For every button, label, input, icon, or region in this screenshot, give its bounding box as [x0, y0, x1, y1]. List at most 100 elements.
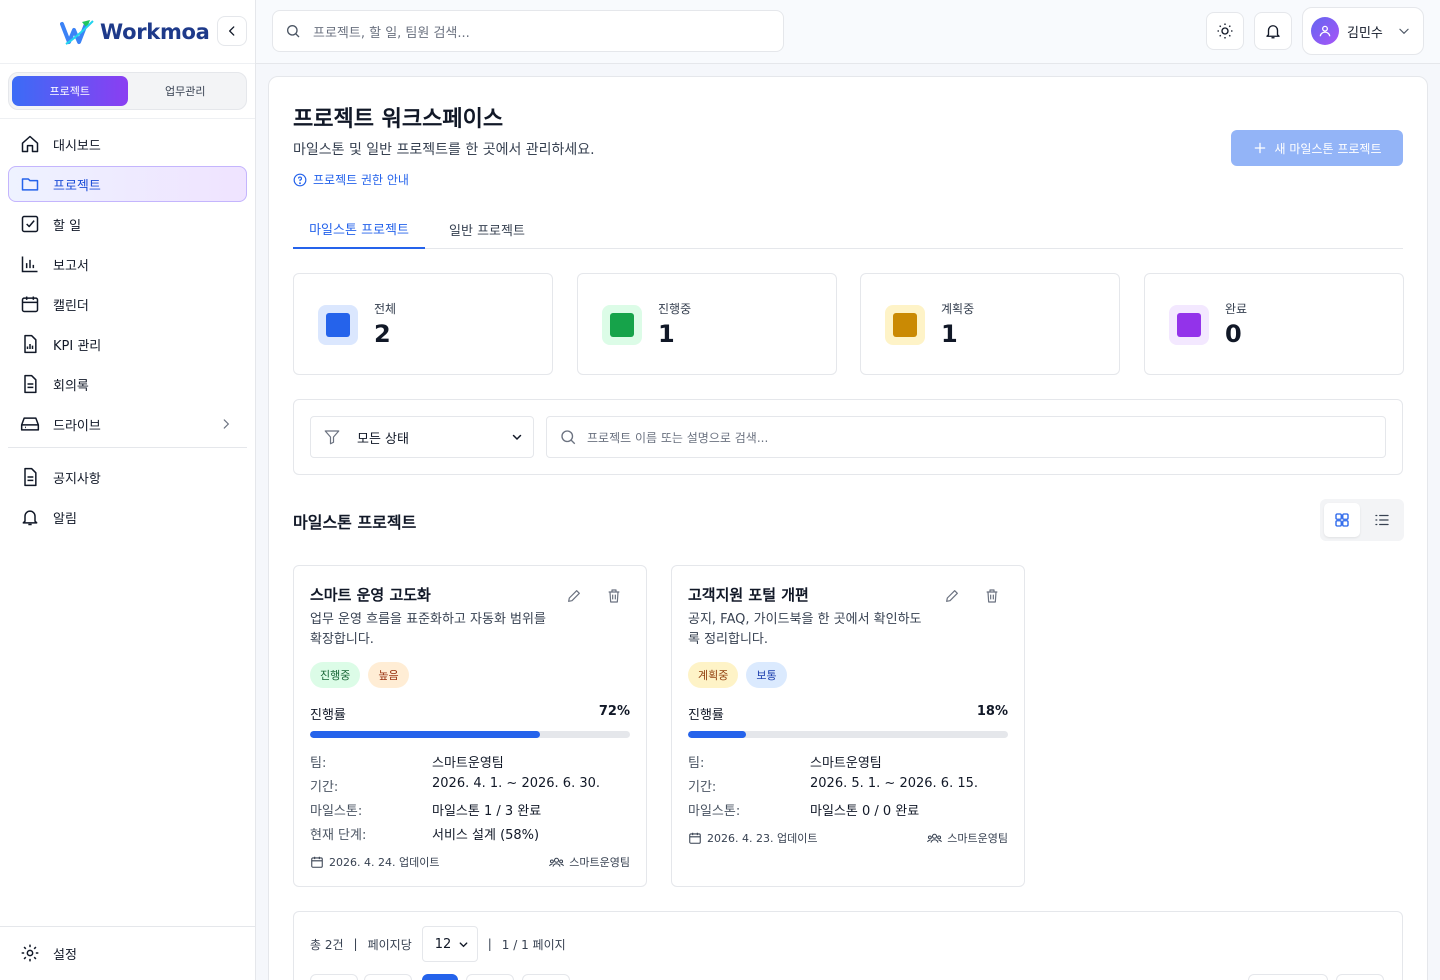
status-badge: 진행중 — [310, 662, 361, 688]
delete-trash-icon[interactable] — [984, 588, 1000, 604]
info-value: 마일스톤 0 / 0 완료 — [810, 804, 920, 819]
team-icon — [549, 855, 565, 869]
brand-row: Workmoa — [0, 0, 255, 64]
stat-label: 완료 — [1225, 302, 1248, 316]
project-search-input[interactable]: 프로젝트 이름 또는 설명으로 검색... — [546, 416, 1386, 458]
sidebar-item-calendar[interactable]: 캘린더 — [8, 286, 247, 322]
stat-card-completed: 완료 0 — [1144, 273, 1404, 375]
grid-icon — [1333, 511, 1351, 529]
edit-pencil-icon[interactable] — [944, 588, 960, 604]
progress-label: 진행률 — [688, 708, 724, 723]
stat-value: 1 — [658, 320, 675, 348]
edit-pencil-icon[interactable] — [566, 588, 582, 604]
project-card[interactable]: 스마트 운영 고도화 업무 운영 흐름을 표준화하고 자동화 범위를 확장합니다… — [293, 565, 647, 887]
page-number-button[interactable] — [422, 974, 458, 980]
chevron-down-icon — [1397, 24, 1411, 38]
status-filter-value: 모든 상태 — [357, 431, 409, 447]
sidebar-item-todo[interactable]: 할 일 — [8, 206, 247, 242]
sidebar-item-notices[interactable]: 공지사항 — [8, 459, 247, 495]
sidebar-item-label: 회의록 — [53, 378, 89, 394]
stat-label: 전체 — [374, 302, 397, 316]
info-value: 2026. 5. 1. ~ 2026. 6. 15. — [810, 776, 979, 791]
project-badges: 계획중 보통 — [688, 662, 787, 688]
filter-icon — [323, 428, 341, 446]
project-search-placeholder: 프로젝트 이름 또는 설명으로 검색... — [587, 430, 769, 445]
search-icon — [559, 428, 577, 446]
sidebar-item-reports[interactable]: 보고서 — [8, 246, 247, 282]
bar-chart-icon — [20, 254, 40, 274]
permission-guide-link[interactable]: 프로젝트 권한 안내 — [293, 171, 409, 188]
next-page-button[interactable] — [466, 974, 514, 980]
sidebar-item-label: KPI 관리 — [53, 338, 102, 354]
mode-projects-button[interactable]: 프로젝트 — [12, 76, 128, 106]
sidebar-item-drive[interactable]: 드라이브 — [8, 406, 247, 442]
status-filter-select[interactable]: 모든 상태 — [310, 416, 534, 458]
stat-value: 0 — [1225, 320, 1242, 348]
first-page-button[interactable] — [310, 974, 358, 980]
divider — [8, 447, 247, 448]
user-menu-button[interactable]: 김민수 — [1302, 7, 1424, 55]
notifications-button[interactable] — [1254, 12, 1292, 50]
page-jump-button[interactable] — [1336, 974, 1384, 980]
per-page-select[interactable]: 12 — [421, 926, 478, 962]
grid-view-button[interactable] — [1324, 503, 1360, 537]
sidebar-mode-switch: 프로젝트 업무관리 — [8, 72, 247, 110]
sidebar-item-label: 공지사항 — [53, 471, 101, 487]
card-actions — [566, 588, 622, 604]
info-value: 스마트운영팀 — [810, 756, 882, 771]
sidebar-item-alerts[interactable]: 알림 — [8, 499, 247, 535]
collapse-sidebar-button[interactable] — [217, 16, 247, 46]
last-page-button[interactable] — [522, 974, 570, 980]
gear-icon — [20, 943, 40, 963]
updated-date: 2026. 4. 23. 업데이트 — [688, 830, 817, 846]
divider — [0, 926, 255, 927]
sidebar-item-dashboard[interactable]: 대시보드 — [8, 126, 247, 162]
progress-label: 진행률 — [310, 708, 346, 723]
progress-bar-fill — [310, 731, 541, 738]
team-label: 스마트운영팀 — [927, 830, 1008, 846]
sidebar-item-label: 캘린더 — [53, 298, 89, 314]
stat-card-in-progress: 진행중 1 — [577, 273, 837, 375]
mode-task-management-button[interactable]: 업무관리 — [128, 76, 244, 106]
sidebar-item-projects[interactable]: 프로젝트 — [8, 166, 247, 202]
divider — [0, 118, 255, 119]
list-view-button[interactable] — [1364, 503, 1400, 537]
sidebar-item-settings[interactable]: 설정 — [8, 935, 247, 971]
bell-icon — [20, 507, 40, 527]
team-label: 스마트운영팀 — [549, 854, 630, 870]
global-search-input[interactable]: 프로젝트, 할 일, 팀원 검색... — [272, 10, 784, 52]
info-value: 스마트운영팀 — [432, 756, 504, 771]
delete-trash-icon[interactable] — [606, 588, 622, 604]
theme-toggle-button[interactable] — [1206, 12, 1244, 50]
progress-bar — [688, 731, 1008, 738]
kpi-file-icon — [20, 334, 40, 354]
checkbox-icon — [20, 214, 40, 234]
tab-milestone-projects[interactable]: 마일스톤 프로젝트 — [293, 209, 425, 249]
project-card[interactable]: 고객지원 포털 개편 공지, FAQ, 가이드북을 한 곳에서 확인하도록 정리… — [671, 565, 1025, 887]
sidebar-item-label: 프로젝트 — [53, 178, 101, 194]
chevron-right-icon — [219, 417, 233, 431]
calendar-icon — [20, 294, 40, 314]
priority-badge: 보통 — [746, 662, 787, 688]
sidebar-item-kpi[interactable]: KPI 관리 — [8, 326, 247, 362]
page-info: 1 / 1 페이지 — [501, 937, 566, 952]
sun-icon — [1216, 22, 1234, 40]
separator: | — [353, 937, 358, 951]
calendar-icon — [310, 855, 324, 869]
prev-page-button[interactable] — [364, 974, 412, 980]
stat-value: 1 — [941, 320, 958, 348]
filter-bar: 모든 상태 프로젝트 이름 또는 설명으로 검색... — [293, 399, 1403, 475]
help-circle-icon — [293, 173, 307, 187]
sidebar-item-minutes[interactable]: 회의록 — [8, 366, 247, 402]
chevron-down-icon — [458, 939, 469, 950]
tab-general-projects[interactable]: 일반 프로젝트 — [433, 209, 541, 249]
project-tabs: 마일스톤 프로젝트 일반 프로젝트 — [293, 209, 1403, 249]
new-milestone-project-button[interactable]: 새 마일스톤 프로젝트 — [1231, 130, 1403, 166]
view-mode-toggle — [1320, 499, 1404, 541]
team-name: 스마트운영팀 — [947, 832, 1008, 845]
avatar — [1311, 17, 1339, 45]
progress-bar-fill — [688, 731, 746, 738]
page-jump-input[interactable] — [1248, 974, 1328, 980]
logo[interactable]: Workmoa — [60, 18, 210, 46]
new-button-label: 새 마일스톤 프로젝트 — [1274, 141, 1382, 156]
